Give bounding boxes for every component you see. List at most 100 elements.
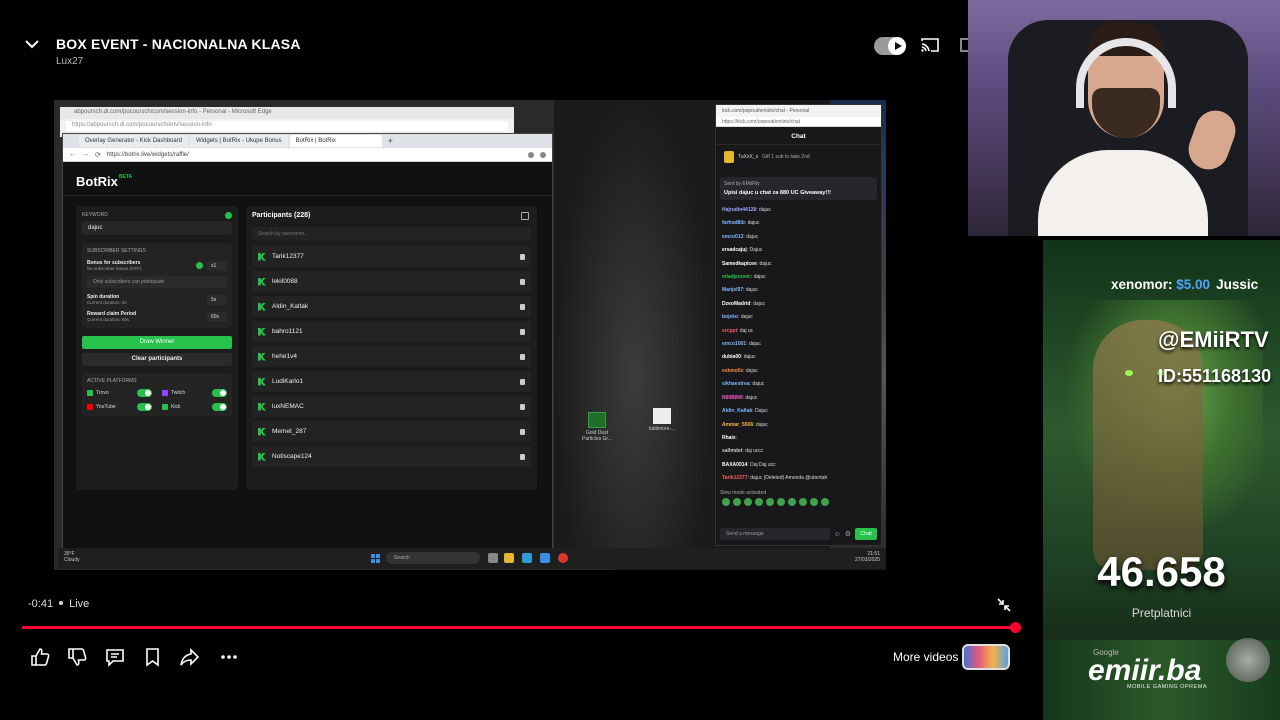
- new-tab-icon[interactable]: +: [388, 136, 393, 146]
- task-view-icon[interactable]: [488, 553, 498, 563]
- delete-icon[interactable]: [520, 403, 525, 410]
- windows-start-icon[interactable]: [371, 554, 380, 563]
- chat-username[interactable]: Aldin_Kaltak: [722, 408, 752, 414]
- collapse-chevron-icon[interactable]: [22, 34, 42, 54]
- chat-input-row: Send a message ☺ ⚙ Chat: [720, 527, 877, 541]
- chat-username[interactable]: Hajrudin44128: [722, 207, 756, 213]
- edge-icon[interactable]: [522, 553, 532, 563]
- delete-icon[interactable]: [520, 453, 525, 460]
- chat-username[interactable]: mladjenovic: [722, 274, 751, 280]
- back-arrow-icon[interactable]: ←: [69, 151, 76, 158]
- sponsor-tagline: MOBILE GAMING OPREMA: [1127, 684, 1207, 690]
- emote-icon: [788, 497, 796, 506]
- like-icon[interactable]: [29, 647, 51, 667]
- chat-username[interactable]: ersadcajuj: [722, 247, 747, 253]
- delete-icon[interactable]: [520, 328, 525, 335]
- browser-tab[interactable]: Widgets | BotRix - Ukupe Bonus: [190, 135, 288, 147]
- progress-knob[interactable]: [1010, 622, 1021, 633]
- chat-username[interactable]: emco1001: [722, 341, 746, 347]
- minimize-icon[interactable]: [996, 597, 1012, 613]
- address-bar[interactable]: ← → ⟳ https://botrix.live/widgets/raffle…: [63, 148, 552, 162]
- trovo-toggle[interactable]: [137, 389, 152, 397]
- profile-icon[interactable]: [540, 151, 546, 158]
- address-url[interactable]: https://botrix.live/widgets/raffle/: [107, 152, 522, 158]
- spin-duration-select[interactable]: 5s: [207, 294, 227, 305]
- more-options-icon[interactable]: [218, 647, 240, 667]
- file-explorer-icon[interactable]: [504, 553, 514, 563]
- chat-send-button[interactable]: Chat: [855, 528, 877, 540]
- draw-winner-button[interactable]: Draw Winner: [82, 336, 232, 349]
- gift-banner[interactable]: TuXxX_x Gift 1 sub to take 2nd: [716, 145, 881, 169]
- clear-participants-button[interactable]: Clear participants: [82, 353, 232, 366]
- participant-row: lekil0088: [252, 271, 531, 292]
- only-subscribers-toggle[interactable]: Only subscribers can participate: [87, 276, 227, 288]
- pinned-message[interactable]: Sent by EMiiRtv Upisi dajuc u chat za 88…: [720, 177, 877, 200]
- chat-username[interactable]: Tarik12377: [722, 475, 747, 481]
- chat-username[interactable]: sikhaestrea: [722, 381, 750, 387]
- participant-name: LudiKarlo1: [272, 378, 304, 385]
- participant-search-input[interactable]: Search by username...: [252, 227, 531, 240]
- claim-period-select[interactable]: 60s: [207, 311, 227, 322]
- cast-icon[interactable]: [921, 37, 939, 53]
- keyword-input[interactable]: dajuc: [82, 221, 232, 235]
- reload-icon[interactable]: ⟳: [95, 151, 101, 159]
- emoji-icon[interactable]: ☺: [834, 531, 841, 538]
- chat-username[interactable]: DzeoMadrid: [722, 301, 750, 307]
- browser-tab[interactable]: Overlay Generator - Kick Dashboard: [79, 135, 189, 147]
- autoplay-toggle[interactable]: [874, 37, 906, 55]
- bonus-select[interactable]: x1: [207, 260, 227, 271]
- share-icon[interactable]: [179, 647, 201, 667]
- delete-icon[interactable]: [520, 353, 525, 360]
- delete-icon[interactable]: [520, 303, 525, 310]
- dislike-icon[interactable]: [66, 647, 88, 667]
- delete-icon[interactable]: [520, 253, 525, 260]
- chat-username[interactable]: Samedkapicee: [722, 261, 757, 267]
- chat-username[interactable]: Ammar_5566: [722, 422, 753, 428]
- desktop-icon-baltimore[interactable]: baltimore-...: [642, 408, 682, 432]
- participant-row: bahro1121: [252, 321, 531, 342]
- chat-username[interactable]: emco013: [722, 234, 743, 240]
- chat-text: dajuc: [755, 421, 768, 428]
- settings-gear-icon[interactable]: ⚙: [845, 530, 851, 538]
- chat-username[interactable]: dubia00: [722, 354, 741, 360]
- extension-icon[interactable]: [528, 151, 534, 158]
- kick-icon: [258, 452, 266, 461]
- copy-icon[interactable]: [521, 212, 529, 220]
- chat-username[interactable]: sallmdet: [722, 448, 742, 454]
- chat-username[interactable]: farhod8ib: [722, 220, 745, 226]
- save-bookmark-icon[interactable]: [142, 647, 164, 667]
- chat-username[interactable]: Rhaix: [722, 435, 736, 441]
- chat-window-url[interactable]: https://kick.com/popout/emiirtv/chat: [716, 117, 881, 127]
- forward-arrow-icon[interactable]: →: [82, 151, 89, 158]
- store-icon[interactable]: [540, 553, 550, 563]
- desktop-icon-gold-dust[interactable]: Gold Dust Particles Gr...: [577, 412, 617, 442]
- youtube-toggle[interactable]: [137, 403, 152, 411]
- chat-input[interactable]: Send a message: [720, 528, 830, 540]
- taskbar-search[interactable]: Search: [386, 552, 480, 564]
- delete-icon[interactable]: [520, 278, 525, 285]
- subscriber-settings-label: SUBSCRIBER SETTINGS: [87, 248, 146, 254]
- channel-name[interactable]: Lux27: [56, 56, 83, 67]
- participant-name: Memet_287: [272, 428, 307, 435]
- chat-username[interactable]: N00BIN0: [722, 395, 743, 401]
- twitch-toggle[interactable]: [212, 389, 227, 397]
- kick-toggle[interactable]: [212, 403, 227, 411]
- browser-tab-active[interactable]: BotRix | BotRix: [289, 135, 382, 147]
- chat-text: daj uccc: [745, 448, 764, 455]
- comments-icon[interactable]: [104, 647, 126, 667]
- opera-icon[interactable]: [558, 553, 568, 563]
- chat-username[interactable]: bojeko: [722, 314, 738, 320]
- progress-track[interactable]: [22, 626, 1016, 629]
- delete-icon[interactable]: [520, 428, 525, 435]
- emote-bar[interactable]: [716, 497, 881, 506]
- more-videos-button[interactable]: More videos: [893, 650, 958, 664]
- taskbar-clock[interactable]: 21:51 27/03/2025: [855, 551, 880, 563]
- chat-username[interactable]: srcppi: [722, 328, 737, 334]
- chat-message: Aldin_Kaltak: Dajuc: [722, 408, 768, 415]
- more-videos-thumbnail[interactable]: [962, 644, 1010, 670]
- chat-username[interactable]: Manjel97: [722, 287, 743, 293]
- delete-icon[interactable]: [520, 378, 525, 385]
- chat-username[interactable]: eskmollz: [722, 368, 743, 374]
- weather-widget[interactable]: 35°F Cloudy: [64, 551, 80, 563]
- chat-username[interactable]: BAXA0014: [722, 462, 747, 468]
